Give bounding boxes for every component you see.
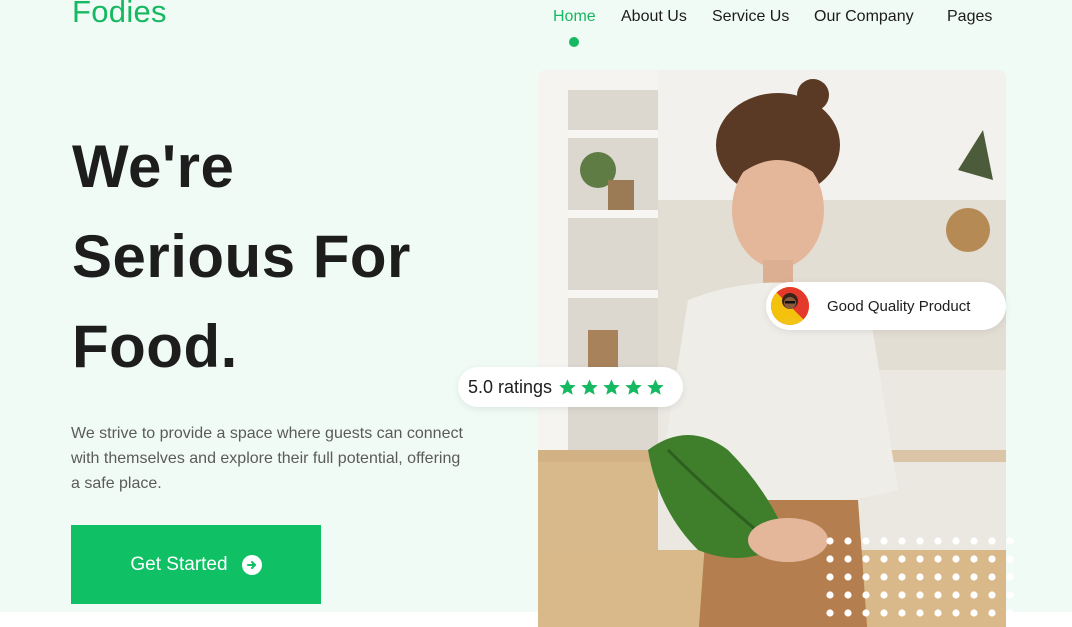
pattern-dot [970,537,978,545]
pattern-dot [844,537,852,545]
star-icon [603,378,620,395]
pattern-dot [826,609,834,617]
pattern-dot [970,609,978,617]
pattern-dot [862,609,870,617]
nav-item-pages[interactable]: Pages [947,8,992,26]
nav-item-service-us[interactable]: Service Us [712,8,789,26]
pattern-dot [862,537,870,545]
nav-item-about-us[interactable]: About Us [621,8,687,26]
pattern-dot [934,537,942,545]
pattern-dot [934,573,942,581]
pattern-dot [952,555,960,563]
nav-item-home[interactable]: Home [553,8,596,26]
hero-title-line-2: Serious For [72,223,411,290]
pattern-dot [862,573,870,581]
quality-badge: Good Quality Product [766,282,1006,330]
pattern-dot [988,609,996,617]
pattern-dot [826,573,834,581]
pattern-dot [988,573,996,581]
rating-stars [558,378,665,397]
landing-page: Fodies Home About Us Service Us Our Comp… [0,0,1072,627]
pattern-dot [898,609,906,617]
get-started-button[interactable]: Get Started [71,525,321,604]
pattern-dot [970,555,978,563]
pattern-dot [880,537,888,545]
pattern-dot [844,573,852,581]
brand-logo[interactable]: Fodies [72,0,167,30]
pattern-dot [898,591,906,599]
pattern-dot [916,609,924,617]
pattern-dot [1006,609,1014,617]
get-started-label: Get Started [130,553,228,575]
pattern-dot [898,573,906,581]
pattern-dot [862,591,870,599]
pattern-dot [826,537,834,545]
pattern-dot [970,573,978,581]
pattern-dot [844,555,852,563]
hero-description: We strive to provide a space where guest… [71,425,463,492]
pattern-dot [898,537,906,545]
pattern-dot [862,555,870,563]
pattern-dot [916,591,924,599]
pattern-dot [934,609,942,617]
pattern-dot [1006,573,1014,581]
pattern-dot [1006,537,1014,545]
pattern-dot [844,609,852,617]
pattern-dot [880,591,888,599]
pattern-dot [970,591,978,599]
star-icon [625,378,642,395]
pattern-dot [880,609,888,617]
pattern-dot [880,573,888,581]
pattern-dot [952,591,960,599]
active-nav-indicator [569,37,579,47]
rating-badge: 5.0 ratings [458,367,683,407]
pattern-dot [934,555,942,563]
pattern-dot [952,537,960,545]
pattern-dot [916,537,924,545]
pattern-dot [916,573,924,581]
star-icon [559,378,576,395]
rating-text: 5.0 ratings [468,376,553,397]
quality-text: Good Quality Product [827,297,971,315]
pattern-dot [844,591,852,599]
pattern-dot [934,591,942,599]
pattern-dot [988,591,996,599]
star-icon [647,378,664,395]
avatar [771,287,809,325]
pattern-dot [916,555,924,563]
hero-title-line-3: Food. [72,313,238,380]
arrow-circle-right-icon [241,554,262,575]
pattern-dot [880,555,888,563]
dot-pattern [826,537,1014,617]
pattern-dot [898,555,906,563]
pattern-dot [988,537,996,545]
pattern-dot [826,591,834,599]
hero-title: We're Serious For Food. [72,122,411,392]
pattern-dot [988,555,996,563]
nav-item-our-company[interactable]: Our Company [814,8,914,26]
pattern-dot [826,555,834,563]
hero-title-line-1: We're [72,133,235,200]
pattern-dot [952,609,960,617]
star-icon [581,378,598,395]
pattern-dot [1006,591,1014,599]
pattern-dot [1006,555,1014,563]
pattern-dot [952,573,960,581]
